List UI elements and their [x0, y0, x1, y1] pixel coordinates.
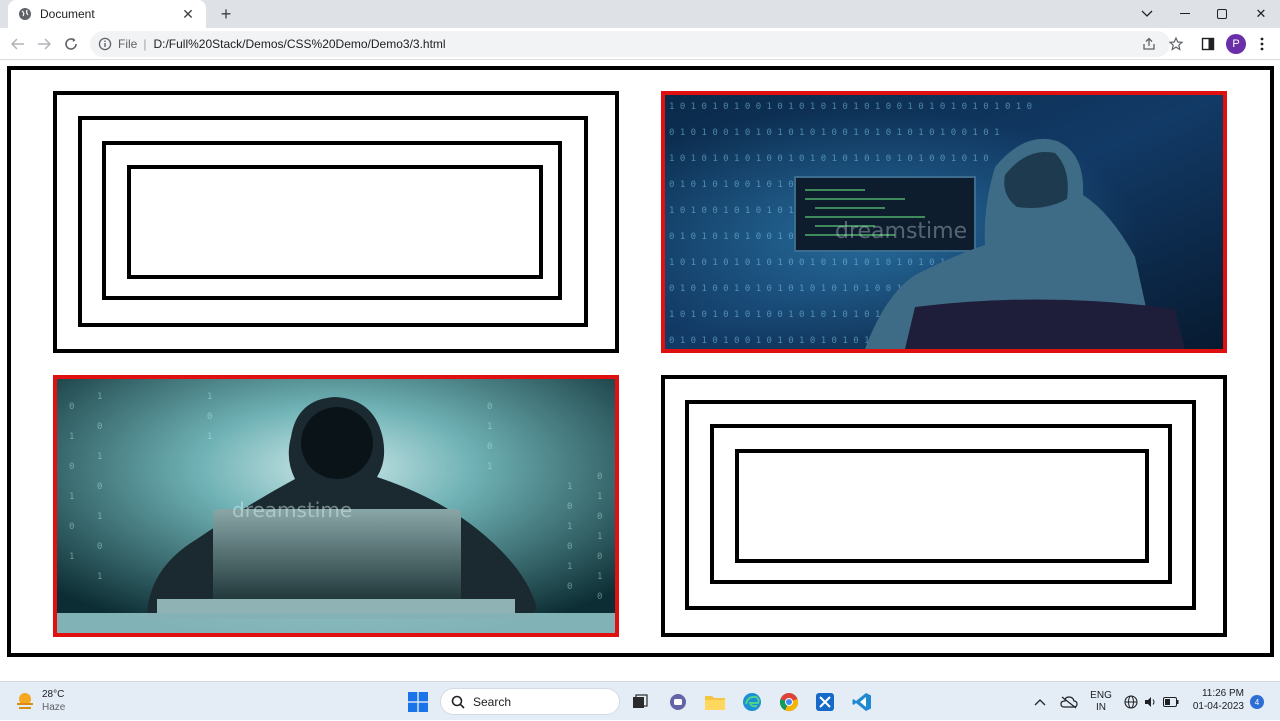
svg-text:1: 1 [487, 422, 492, 432]
svg-text:0: 0 [97, 482, 102, 492]
close-tab-icon[interactable]: ✕ [180, 6, 196, 23]
svg-text:1: 1 [97, 392, 102, 402]
close-window-button[interactable]: ✕ [1242, 0, 1280, 28]
svg-text:1: 1 [69, 492, 74, 502]
svg-text:0: 0 [69, 522, 74, 532]
chrome-browser-icon[interactable] [776, 689, 802, 715]
weather-condition: Haze [42, 702, 66, 713]
svg-text:1: 1 [207, 392, 212, 402]
vscode-icon[interactable] [849, 689, 875, 715]
svg-text:0: 0 [487, 402, 492, 412]
clock-date: 01-04-2023 [1192, 701, 1244, 712]
hacker-at-monitors-image: 1 0 1 0 1 0 1 0 0 1 0 1 0 1 0 1 0 1 0 1 … [661, 91, 1227, 353]
network-globe-icon[interactable] [1124, 682, 1138, 721]
search-label: Search [473, 694, 512, 709]
svg-text:1: 1 [69, 432, 74, 442]
tab-strip: Document ✕ + ✕ [0, 0, 1280, 28]
browser-toolbar: File | D:/Full%20Stack/Demos/CSS%20Demo/… [0, 28, 1280, 60]
svg-text:0: 0 [597, 552, 602, 562]
menu-kebab-icon[interactable] [1252, 34, 1272, 54]
profile-avatar[interactable]: P [1226, 34, 1246, 54]
svg-text:1: 1 [597, 492, 602, 502]
lang-line2: IN [1096, 701, 1106, 713]
watermark-text: dreamstime [232, 498, 352, 522]
svg-text:0: 0 [567, 502, 572, 512]
svg-text:0: 0 [69, 462, 74, 472]
taskbar-search-box[interactable]: Search [440, 688, 620, 715]
svg-text:1 0 1 0 1 0 1 0 1 0 1 0 0 1 0: 1 0 1 0 1 0 1 0 1 0 1 0 0 1 0 1 0 1 0 1 … [669, 258, 956, 268]
volume-icon[interactable] [1143, 682, 1157, 721]
onedrive-cloud-icon[interactable] [1060, 682, 1078, 721]
svg-text:0: 0 [69, 402, 74, 412]
language-indicator[interactable]: ENG IN [1090, 682, 1112, 721]
hacker-with-laptop-image: 0 1 0 1 0 1 1 0 1 0 1 0 1 1 0 1 0 1 0 1 1 0 1 0 1 0 0 1 0 1 0 1 0 d… [53, 375, 619, 637]
weather-temp: 28°C [42, 689, 65, 700]
battery-icon[interactable] [1163, 682, 1179, 721]
info-icon[interactable] [98, 37, 112, 51]
svg-text:1: 1 [69, 552, 74, 562]
svg-text:0: 0 [597, 592, 602, 602]
url-scheme: File [118, 37, 138, 51]
search-icon [451, 695, 465, 709]
share-icon[interactable] [1139, 34, 1159, 54]
address-bar[interactable]: File | D:/Full%20Stack/Demos/CSS%20Demo/… [90, 31, 1170, 57]
nested-boxes-bottom-right [661, 375, 1227, 637]
watermark-text: dreamstime [835, 219, 967, 244]
nested-boxes-top-left [53, 91, 619, 353]
side-panel-icon[interactable] [1198, 34, 1218, 54]
weather-widget[interactable]: 28°C Haze [14, 688, 65, 714]
nested-box-level-4 [735, 449, 1149, 563]
lang-line1: ENG [1090, 689, 1112, 701]
teams-chat-icon[interactable] [665, 689, 691, 715]
new-tab-button[interactable]: + [216, 4, 236, 24]
url-separator: | [143, 37, 147, 51]
back-arrow-icon[interactable] [8, 34, 28, 54]
tab-title: Document [40, 7, 95, 21]
svg-text:0: 0 [597, 512, 602, 522]
nested-box-level-4 [127, 165, 543, 279]
svg-text:1: 1 [567, 482, 572, 492]
reload-icon[interactable] [61, 34, 81, 54]
svg-text:1 0 1 0 1 0 1 0 0 1 0 1 0 1 0: 1 0 1 0 1 0 1 0 0 1 0 1 0 1 0 1 0 1 0 1 … [669, 102, 1032, 112]
svg-text:0: 0 [487, 442, 492, 452]
taskbar-clock[interactable]: 11:26 PM 01-04-2023 [1186, 687, 1244, 713]
notification-badge[interactable]: 4 [1250, 695, 1264, 709]
svg-text:0: 0 [97, 422, 102, 432]
minimize-window-button[interactable] [1166, 0, 1204, 28]
svg-text:0: 0 [567, 582, 572, 592]
bookmark-star-icon[interactable] [1166, 34, 1186, 54]
globe-icon [19, 8, 31, 20]
url-text[interactable]: D:/Full%20Stack/Demos/CSS%20Demo/Demo3/3… [153, 37, 445, 51]
svg-text:0: 0 [97, 542, 102, 552]
svg-text:1: 1 [97, 452, 102, 462]
task-view-icon[interactable] [627, 689, 653, 715]
svg-text:1: 1 [567, 522, 572, 532]
svg-text:1: 1 [97, 512, 102, 522]
clock-time: 11:26 PM [1201, 688, 1244, 699]
svg-text:1: 1 [597, 572, 602, 582]
svg-text:1: 1 [207, 432, 212, 442]
svg-text:1: 1 [597, 532, 602, 542]
svg-text:0: 0 [597, 472, 602, 482]
browser-tab[interactable]: Document ✕ [8, 0, 206, 28]
svg-text:1: 1 [97, 572, 102, 582]
file-explorer-icon[interactable] [702, 689, 728, 715]
tab-search-chevron-icon[interactable] [1128, 0, 1166, 28]
svg-text:1 0 1 0 1 0 1 0 1 0 0 1 0 1 0: 1 0 1 0 1 0 1 0 1 0 0 1 0 1 0 1 0 1 0 1 … [669, 154, 989, 164]
svg-text:1: 1 [567, 562, 572, 572]
sun-haze-icon [17, 693, 33, 709]
svg-text:0: 0 [207, 412, 212, 422]
windows-taskbar: 28°C Haze Search ENG IN 11:26 PM 01-04-2… [0, 681, 1280, 720]
page-viewport: 1 0 1 0 1 0 1 0 0 1 0 1 0 1 0 1 0 1 0 1 … [0, 61, 1280, 681]
edge-browser-icon[interactable] [739, 689, 765, 715]
svg-text:1: 1 [487, 462, 492, 472]
show-hidden-icons-chevron[interactable] [1034, 682, 1046, 721]
forward-arrow-icon[interactable] [34, 34, 54, 54]
svg-text:0: 0 [567, 542, 572, 552]
maximize-window-button[interactable] [1203, 0, 1241, 28]
windows-start-icon[interactable] [405, 689, 431, 715]
svg-text:0 1 0 1 0 0 1 0 1 0 1 0 1 0 1: 0 1 0 1 0 0 1 0 1 0 1 0 1 0 1 0 0 1 0 1 … [669, 128, 1000, 138]
snipping-tool-icon[interactable] [812, 689, 838, 715]
